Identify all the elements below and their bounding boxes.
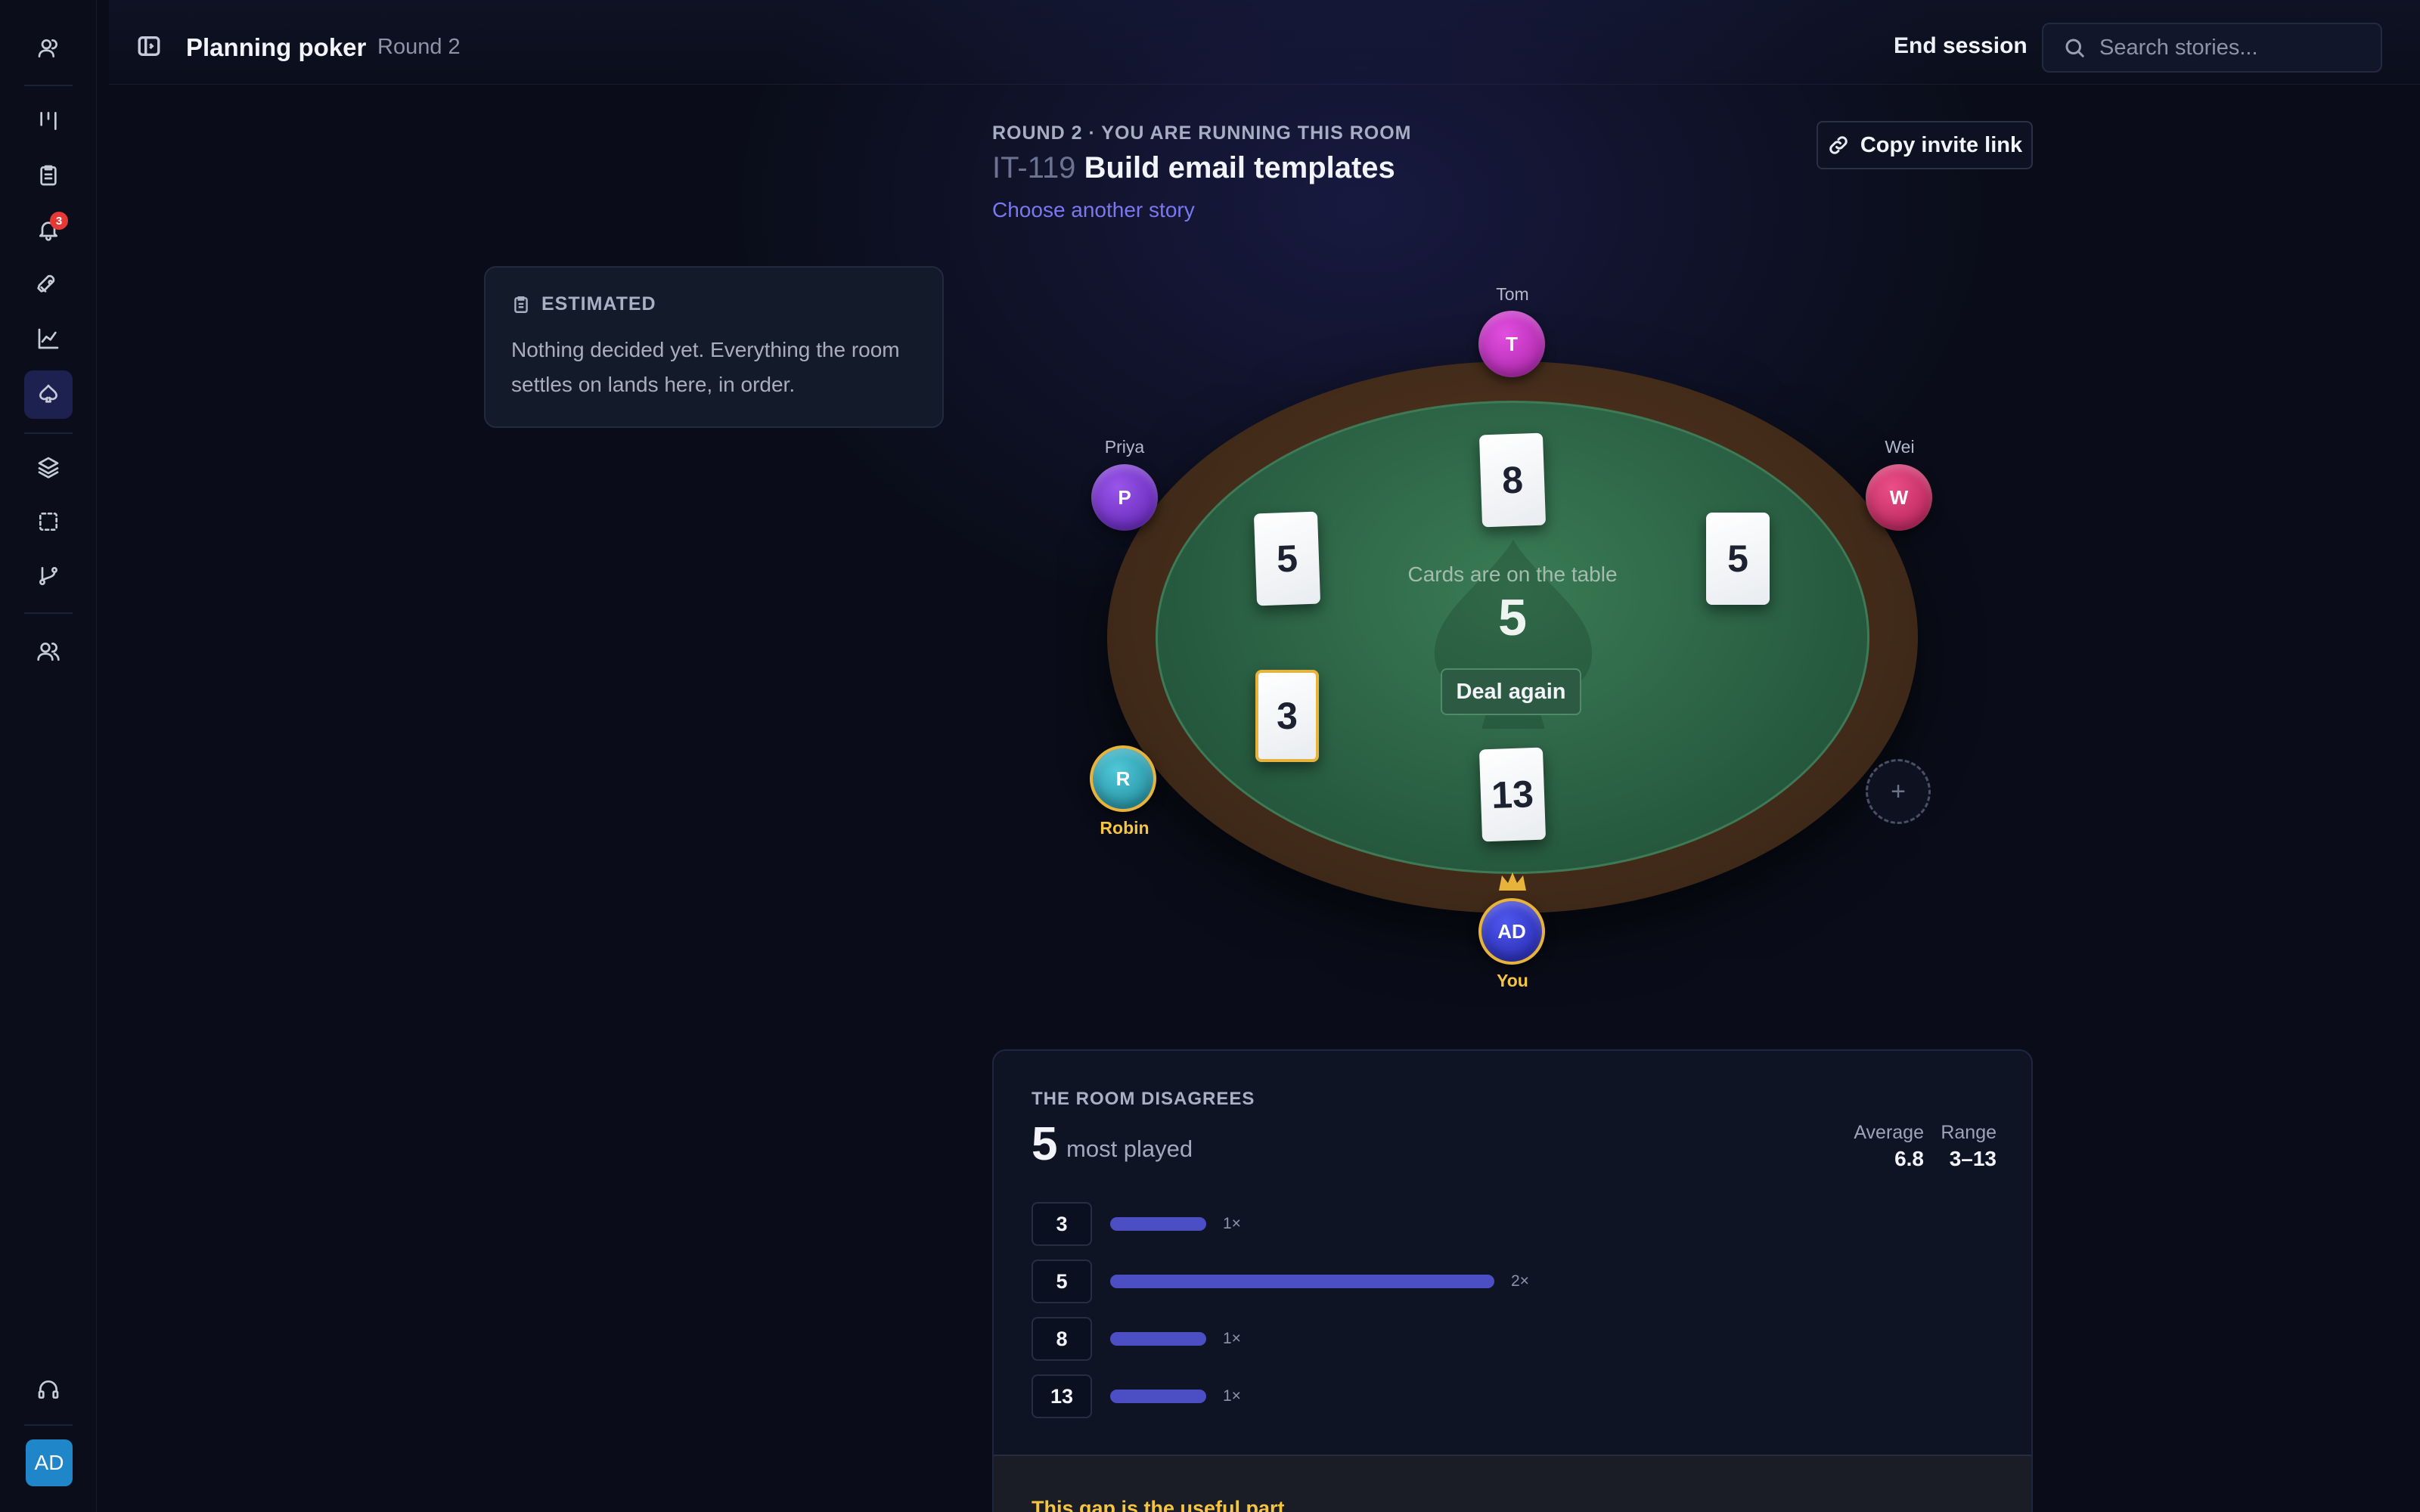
user-avatar[interactable]: AD xyxy=(26,1439,73,1486)
vote-bar xyxy=(1110,1390,1206,1403)
seat-name-robin: Robin xyxy=(1100,818,1150,838)
avatar-priya[interactable]: P xyxy=(1091,464,1158,531)
branch-icon[interactable] xyxy=(24,552,73,600)
selection-icon[interactable] xyxy=(24,497,73,546)
results-kicker: THE ROOM DISAGREES xyxy=(1032,1089,1255,1109)
card-tom: 8 xyxy=(1478,432,1547,528)
clipboard-icon[interactable] xyxy=(24,151,73,200)
vote-bar xyxy=(1110,1332,1206,1346)
average-stat: Average 6.8 xyxy=(1833,1122,1924,1171)
vote-value: 8 xyxy=(1032,1317,1092,1361)
end-session-button[interactable]: End session xyxy=(1894,33,2028,59)
average-label: Average xyxy=(1854,1122,1924,1143)
most-played-value: 5 xyxy=(1032,1118,1058,1170)
add-seat-button[interactable]: + xyxy=(1866,759,1931,824)
story-key: IT-119 xyxy=(992,151,1076,184)
clipboard-icon xyxy=(514,296,528,313)
estimated-title: ESTIMATED xyxy=(541,293,656,314)
card-wei: 5 xyxy=(1706,513,1770,605)
estimated-panel: ESTIMATED Nothing decided yet. Everythin… xyxy=(484,266,944,428)
estimated-body: Nothing decided yet. Everything the room… xyxy=(511,338,900,396)
vote-count: 1× xyxy=(1223,1215,1241,1232)
users-icon[interactable] xyxy=(24,24,73,73)
rocket-icon[interactable] xyxy=(24,260,73,308)
avatar-wei[interactable]: W xyxy=(1866,464,1932,531)
crown-icon xyxy=(1499,872,1526,891)
vote-value: 13 xyxy=(1032,1374,1092,1418)
sidebar-toggle-icon[interactable] xyxy=(136,33,162,59)
card-priya: 5 xyxy=(1253,511,1321,606)
headset-icon[interactable] xyxy=(24,1365,73,1414)
vote-bar xyxy=(1110,1217,1206,1231)
page-title: Planning poker xyxy=(186,33,367,61)
vote-count: 2× xyxy=(1511,1272,1529,1290)
vote-bar xyxy=(1110,1275,1494,1288)
sidebar: 3 AD xyxy=(0,0,97,1512)
choose-story-link[interactable]: Choose another story xyxy=(992,198,1195,222)
bell-icon[interactable]: 3 xyxy=(24,206,73,254)
vote-row: 3 1× xyxy=(1032,1202,1241,1246)
vote-row: 8 1× xyxy=(1032,1317,1241,1361)
seat-name-priya: Priya xyxy=(1104,437,1145,457)
chart-icon[interactable] xyxy=(24,314,73,363)
results-panel: THE ROOM DISAGREES 5 most played Average… xyxy=(992,1049,2033,1512)
average-value: 6.8 xyxy=(1894,1147,1924,1170)
avatar-tom[interactable]: T xyxy=(1478,311,1545,377)
sidebar-divider xyxy=(24,612,73,614)
search-input[interactable] xyxy=(2099,35,2372,60)
sidebar-divider xyxy=(24,432,73,434)
range-value: 3–13 xyxy=(1949,1147,1996,1170)
table-consensus-value: 5 xyxy=(1498,589,1527,646)
deal-again-button[interactable]: Deal again xyxy=(1441,668,1581,715)
gap-title: This gap is the useful part xyxy=(1032,1497,1285,1512)
story-name: Build email templates xyxy=(1084,151,1395,184)
sidebar-divider xyxy=(24,1424,73,1426)
notification-badge: 3 xyxy=(50,212,68,230)
vote-count: 1× xyxy=(1223,1330,1241,1347)
range-label: Range xyxy=(1941,1122,1996,1143)
round-label: Round 2 xyxy=(377,35,461,59)
range-stat: Range 3–13 xyxy=(1931,1122,1996,1171)
table-status: Cards are on the table xyxy=(1407,562,1618,586)
avatar-you[interactable]: AD xyxy=(1478,898,1545,965)
poker-table: Cards are on the table 5 Deal again 8 5 … xyxy=(1107,361,1918,913)
vote-value: 5 xyxy=(1032,1259,1092,1303)
board-icon[interactable] xyxy=(24,97,73,145)
layers-icon[interactable] xyxy=(24,443,73,491)
round-kicker: ROUND 2 · YOU ARE RUNNING THIS ROOM xyxy=(992,122,1412,144)
top-bar: Planning poker Round 2 End session xyxy=(109,0,2420,85)
estimated-header: ESTIMATED xyxy=(511,293,656,315)
card-robin: 3 xyxy=(1255,670,1319,762)
seat-name-you: You xyxy=(1497,971,1528,990)
vote-count: 1× xyxy=(1223,1387,1241,1405)
copy-invite-label: Copy invite link xyxy=(1860,132,2023,157)
seat-name-wei: Wei xyxy=(1885,437,1915,457)
spade-icon[interactable] xyxy=(24,370,73,419)
search-field[interactable] xyxy=(2042,23,2382,73)
vote-row: 13 1× xyxy=(1032,1374,1241,1418)
gap-section: This gap is the useful part xyxy=(994,1455,2031,1512)
link-icon xyxy=(1829,136,1848,154)
team-icon[interactable] xyxy=(24,627,73,676)
card-you: 13 xyxy=(1478,747,1547,842)
vote-value: 3 xyxy=(1032,1202,1092,1246)
story-title: IT-119 Build email templates xyxy=(992,151,1395,185)
sidebar-divider xyxy=(24,85,73,86)
copy-invite-button[interactable]: Copy invite link xyxy=(1817,121,2033,169)
most-played-label: most played xyxy=(1066,1136,1193,1162)
seat-name-tom: Tom xyxy=(1496,284,1529,304)
avatar-robin[interactable]: R xyxy=(1090,745,1156,812)
vote-row: 5 2× xyxy=(1032,1259,1529,1303)
search-icon xyxy=(2065,39,2084,57)
